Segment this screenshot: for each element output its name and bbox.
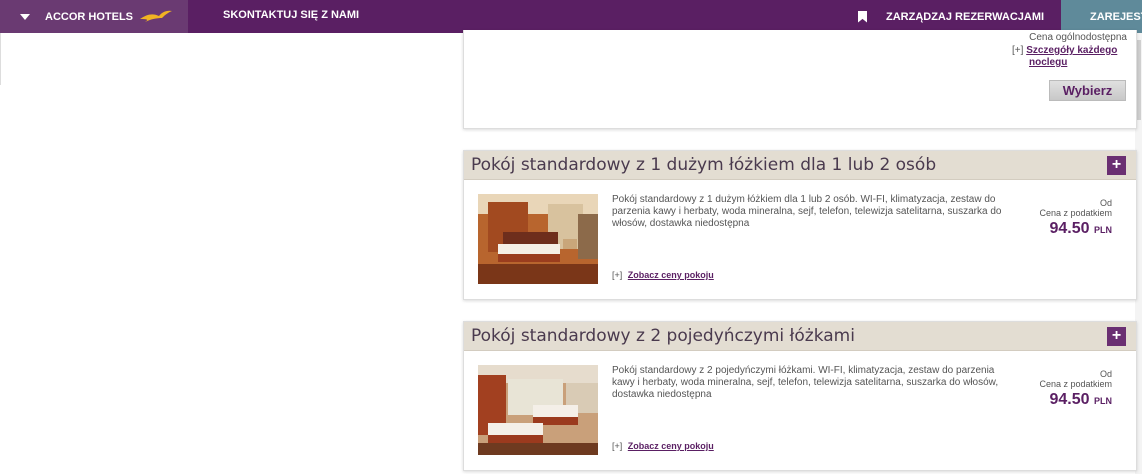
room-card-header[interactable]: Pokój standardowy z 2 pojedyńczymi łóżka…: [464, 322, 1136, 351]
availability-label: Cena ogólnodostępna: [1029, 32, 1127, 43]
room-prices-toggle: [+] Zobacz ceny pokoju: [612, 441, 714, 451]
price-from-label: Od: [1099, 369, 1112, 379]
top-navigation-bar: ACCOR HOTELS SKONTAKTUJ SIĘ Z NAMI ZARZĄ…: [0, 0, 1142, 33]
room-card: Pokój standardowy z 1 dużym łóżkiem dla …: [463, 150, 1137, 300]
price-tax-note: Cena z podatkiem: [1039, 208, 1112, 218]
details-prefix: [+]: [1012, 45, 1024, 56]
chevron-down-icon: [20, 13, 30, 20]
room-photo: [478, 365, 598, 455]
room-prices-toggle: [+] Zobacz ceny pokoju: [612, 270, 714, 280]
brand-name: ACCOR HOTELS: [45, 10, 133, 23]
see-room-prices-link[interactable]: Zobacz ceny pokoju: [628, 270, 714, 280]
register-label: ZAREJESTRUJ: [1090, 10, 1142, 23]
select-button[interactable]: Wybierz: [1049, 80, 1126, 101]
room-card: Pokój standardowy z 2 pojedyńczymi łóżka…: [463, 321, 1137, 471]
price-currency: PLN: [1094, 396, 1112, 406]
price-currency: PLN: [1094, 225, 1112, 235]
night-details-link[interactable]: Szczegóły każdego: [1026, 45, 1117, 56]
room-description: Pokój standardowy z 2 pojedyńczymi łóżka…: [612, 365, 999, 400]
night-details-link-line2[interactable]: noclegu: [1029, 57, 1067, 68]
expand-plus-icon[interactable]: +: [1107, 156, 1126, 175]
manage-bookings-label: ZARZĄDZAJ REZERWACJAMI: [886, 10, 1045, 23]
price-amount: 94.50: [1049, 391, 1090, 408]
see-room-prices-link[interactable]: Zobacz ceny pokoju: [628, 441, 714, 451]
left-panel-border: [0, 33, 1, 85]
room-title: Pokój standardowy z 1 dużym łóżkiem dla …: [471, 155, 937, 175]
contact-us-link[interactable]: SKONTAKTUJ SIĘ Z NAMI: [223, 0, 359, 33]
prices-prefix: [+]: [612, 441, 623, 451]
register-button[interactable]: ZAREJESTRUJ: [1061, 0, 1142, 33]
price-from-label: Od: [1099, 198, 1112, 208]
price-box: Od Cena z podatkiem 94.50 PLN: [1039, 369, 1112, 411]
room-photo: [478, 194, 598, 284]
manage-bookings-link[interactable]: ZARZĄDZAJ REZERWACJAMI: [858, 0, 1044, 33]
room-card-header[interactable]: Pokój standardowy z 1 dużym łóżkiem dla …: [464, 151, 1136, 180]
brand-menu[interactable]: ACCOR HOTELS: [0, 0, 188, 33]
expand-plus-icon[interactable]: +: [1107, 327, 1126, 346]
prices-prefix: [+]: [612, 270, 623, 280]
bookmark-icon: [858, 10, 867, 23]
night-details: [+] Szczegóły każdego noclegu: [1012, 45, 1117, 69]
price-box: Od Cena z podatkiem 94.50 PLN: [1039, 198, 1112, 240]
accor-bird-logo-icon: [140, 10, 172, 22]
room-description: Pokój standardowy z 1 dużym łóżkiem dla …: [612, 194, 1002, 229]
rate-card-previous: Cena ogólnodostępna [+] Szczegóły każdeg…: [463, 30, 1137, 129]
price-tax-note: Cena z podatkiem: [1039, 379, 1112, 389]
room-title: Pokój standardowy z 2 pojedyńczymi łóżka…: [471, 326, 855, 346]
price-amount: 94.50: [1049, 220, 1090, 237]
